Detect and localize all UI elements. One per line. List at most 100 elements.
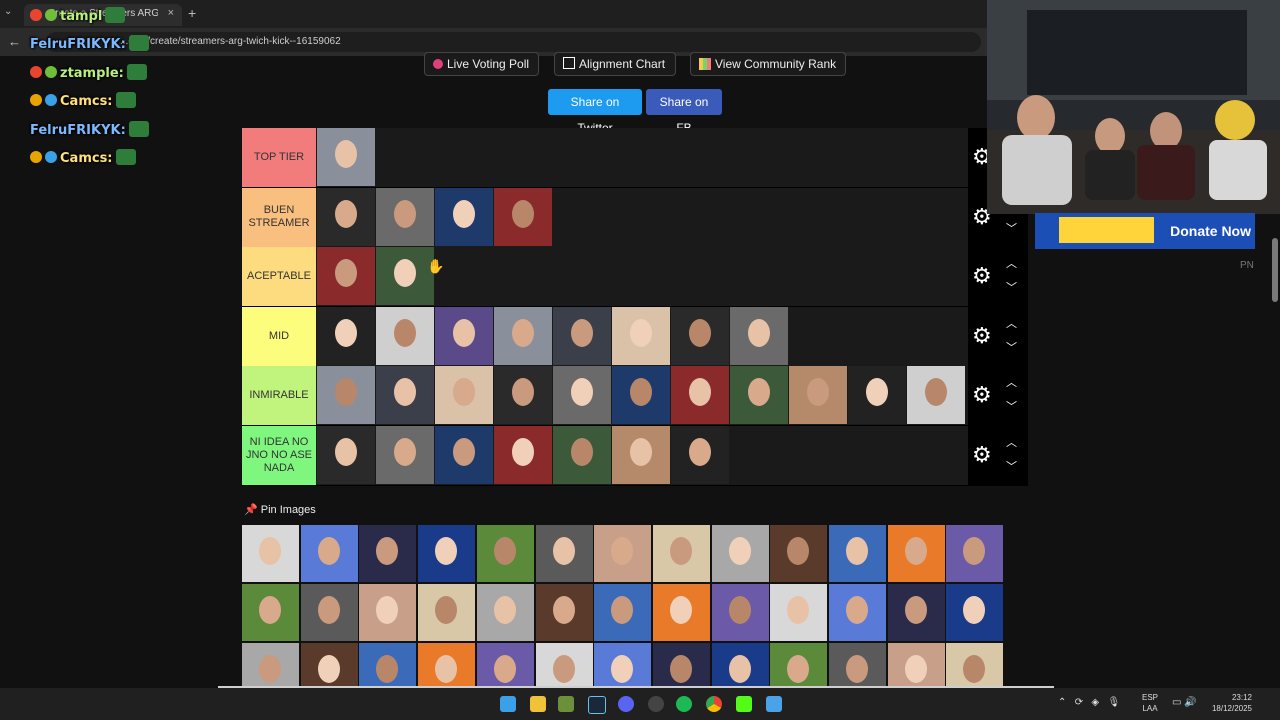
streamer-thumbnail[interactable] xyxy=(612,425,670,484)
pin-image[interactable] xyxy=(711,525,769,582)
streamer-thumbnail[interactable] xyxy=(317,187,375,246)
chevron-down-icon[interactable]: ﹀ xyxy=(1006,339,1017,355)
pin-image[interactable] xyxy=(300,525,358,582)
back-arrow-icon[interactable]: ← xyxy=(8,34,21,49)
spotify-icon[interactable] xyxy=(676,696,692,712)
tier-label[interactable]: NI IDEA NO JNO NO ASE NADA xyxy=(242,425,316,485)
chevron-up-icon[interactable]: ︿ xyxy=(1006,434,1017,450)
streamer-thumbnail[interactable] xyxy=(612,366,670,424)
language-indicator[interactable]: ESP LAA xyxy=(1142,692,1158,714)
streamer-thumbnail[interactable] xyxy=(494,366,552,424)
pin-image[interactable] xyxy=(418,584,476,641)
streamer-thumbnail[interactable] xyxy=(553,366,611,424)
pin-image[interactable] xyxy=(476,525,534,582)
streamer-thumbnail[interactable] xyxy=(612,306,670,365)
streamer-thumbnail[interactable] xyxy=(789,366,847,424)
streamer-thumbnail[interactable] xyxy=(435,425,493,484)
clock[interactable]: 23:12 18/12/2025 xyxy=(1206,692,1252,714)
pin-image[interactable] xyxy=(946,643,1004,687)
pin-image[interactable] xyxy=(946,525,1004,582)
pin-image[interactable] xyxy=(770,643,828,687)
streamer-thumbnail[interactable] xyxy=(730,306,788,365)
streamer-thumbnail[interactable] xyxy=(730,366,788,424)
pin-image[interactable] xyxy=(770,525,828,582)
app-icon[interactable] xyxy=(558,696,574,712)
steam-icon[interactable] xyxy=(588,696,606,714)
pin-image[interactable] xyxy=(887,525,945,582)
streamer-thumbnail[interactable] xyxy=(671,366,729,424)
streamer-thumbnail[interactable] xyxy=(907,366,965,424)
pin-image[interactable] xyxy=(652,584,710,641)
streamer-thumbnail[interactable] xyxy=(376,366,434,424)
tier-label[interactable]: BUEN STREAMER xyxy=(242,187,316,247)
chevron-down-icon[interactable]: ﹀ xyxy=(1006,279,1017,295)
streamer-thumbnail[interactable] xyxy=(494,306,552,365)
streamer-thumbnail[interactable] xyxy=(317,366,375,424)
file-explorer-icon[interactable] xyxy=(530,696,546,712)
share-fb-button[interactable]: Share on FB xyxy=(646,89,722,135)
donate-now-button[interactable]: Donate Now xyxy=(1035,213,1255,249)
pin-image[interactable] xyxy=(418,643,476,687)
gear-icon[interactable]: ⚙ xyxy=(972,382,992,408)
pin-image[interactable] xyxy=(829,525,886,582)
discord-icon[interactable] xyxy=(618,696,634,712)
pin-image[interactable] xyxy=(242,584,299,641)
chevron-up-icon[interactable]: ︿ xyxy=(1006,315,1017,331)
pin-image[interactable] xyxy=(711,584,769,641)
pin-image[interactable] xyxy=(887,643,945,687)
streamer-thumbnail[interactable] xyxy=(553,425,611,484)
live-voting-poll-button[interactable]: Live Voting Poll xyxy=(424,52,539,76)
pin-image[interactable] xyxy=(359,525,417,582)
streamer-thumbnail[interactable] xyxy=(376,247,434,305)
notepad-icon[interactable] xyxy=(766,696,782,712)
pin-image[interactable] xyxy=(594,525,652,582)
streamer-thumbnail[interactable] xyxy=(376,306,434,365)
pin-image[interactable] xyxy=(829,584,886,641)
pin-image[interactable] xyxy=(535,525,593,582)
streamer-thumbnail[interactable] xyxy=(494,425,552,484)
pin-image[interactable] xyxy=(652,643,710,687)
system-tray[interactable]: ⌃ ⟳ ◈ 🎙 xyxy=(1058,697,1120,708)
pin-image[interactable] xyxy=(594,584,652,641)
tier-label[interactable]: ACEPTABLE xyxy=(242,247,316,306)
kick-icon[interactable] xyxy=(736,696,752,712)
streamer-thumbnail[interactable] xyxy=(317,128,375,186)
streamer-thumbnail[interactable] xyxy=(671,425,729,484)
pin-image[interactable] xyxy=(535,584,593,641)
gear-icon[interactable]: ⚙ xyxy=(972,442,992,468)
address-bar[interactable]: ...com/create/streamers-arg-twich-kick--… xyxy=(46,32,981,52)
streamer-thumbnail[interactable] xyxy=(317,306,375,365)
streamer-thumbnail[interactable] xyxy=(671,306,729,365)
pin-image[interactable] xyxy=(476,584,534,641)
pin-image[interactable] xyxy=(300,643,358,687)
streamer-thumbnail[interactable] xyxy=(435,306,493,365)
tab-close-icon[interactable]: × xyxy=(168,7,174,19)
streamer-thumbnail[interactable] xyxy=(848,366,906,424)
pin-image[interactable] xyxy=(476,643,534,687)
pin-image[interactable] xyxy=(418,525,476,582)
view-community-rank-button[interactable]: View Community Rank xyxy=(690,52,846,76)
streamer-thumbnail[interactable] xyxy=(553,306,611,365)
pin-image[interactable] xyxy=(711,643,769,687)
network-volume-icons[interactable]: ▭ 🔊 xyxy=(1172,697,1197,708)
streamer-thumbnail[interactable] xyxy=(494,187,552,246)
tier-label[interactable]: MID xyxy=(242,306,316,366)
pin-image[interactable] xyxy=(242,643,299,687)
streamer-thumbnail[interactable] xyxy=(317,425,375,484)
pin-image[interactable] xyxy=(946,584,1004,641)
streamer-thumbnail[interactable] xyxy=(376,425,434,484)
share-twitter-button[interactable]: Share on Twitter xyxy=(548,89,642,135)
obs-icon[interactable] xyxy=(648,696,664,712)
new-tab-button[interactable]: + xyxy=(188,5,196,21)
alignment-chart-button[interactable]: Alignment Chart xyxy=(554,52,676,76)
tier-label[interactable]: INMIRABLE xyxy=(242,366,316,425)
pin-image[interactable] xyxy=(887,584,945,641)
pin-image[interactable] xyxy=(359,643,417,687)
chevron-up-icon[interactable]: ︿ xyxy=(1006,255,1017,271)
start-icon[interactable] xyxy=(500,696,516,712)
pin-image[interactable] xyxy=(359,584,417,641)
pin-image[interactable] xyxy=(770,584,828,641)
pin-image[interactable] xyxy=(535,643,593,687)
gear-icon[interactable]: ⚙ xyxy=(972,323,992,349)
tab-search-icon[interactable]: ⌄ xyxy=(4,6,12,17)
